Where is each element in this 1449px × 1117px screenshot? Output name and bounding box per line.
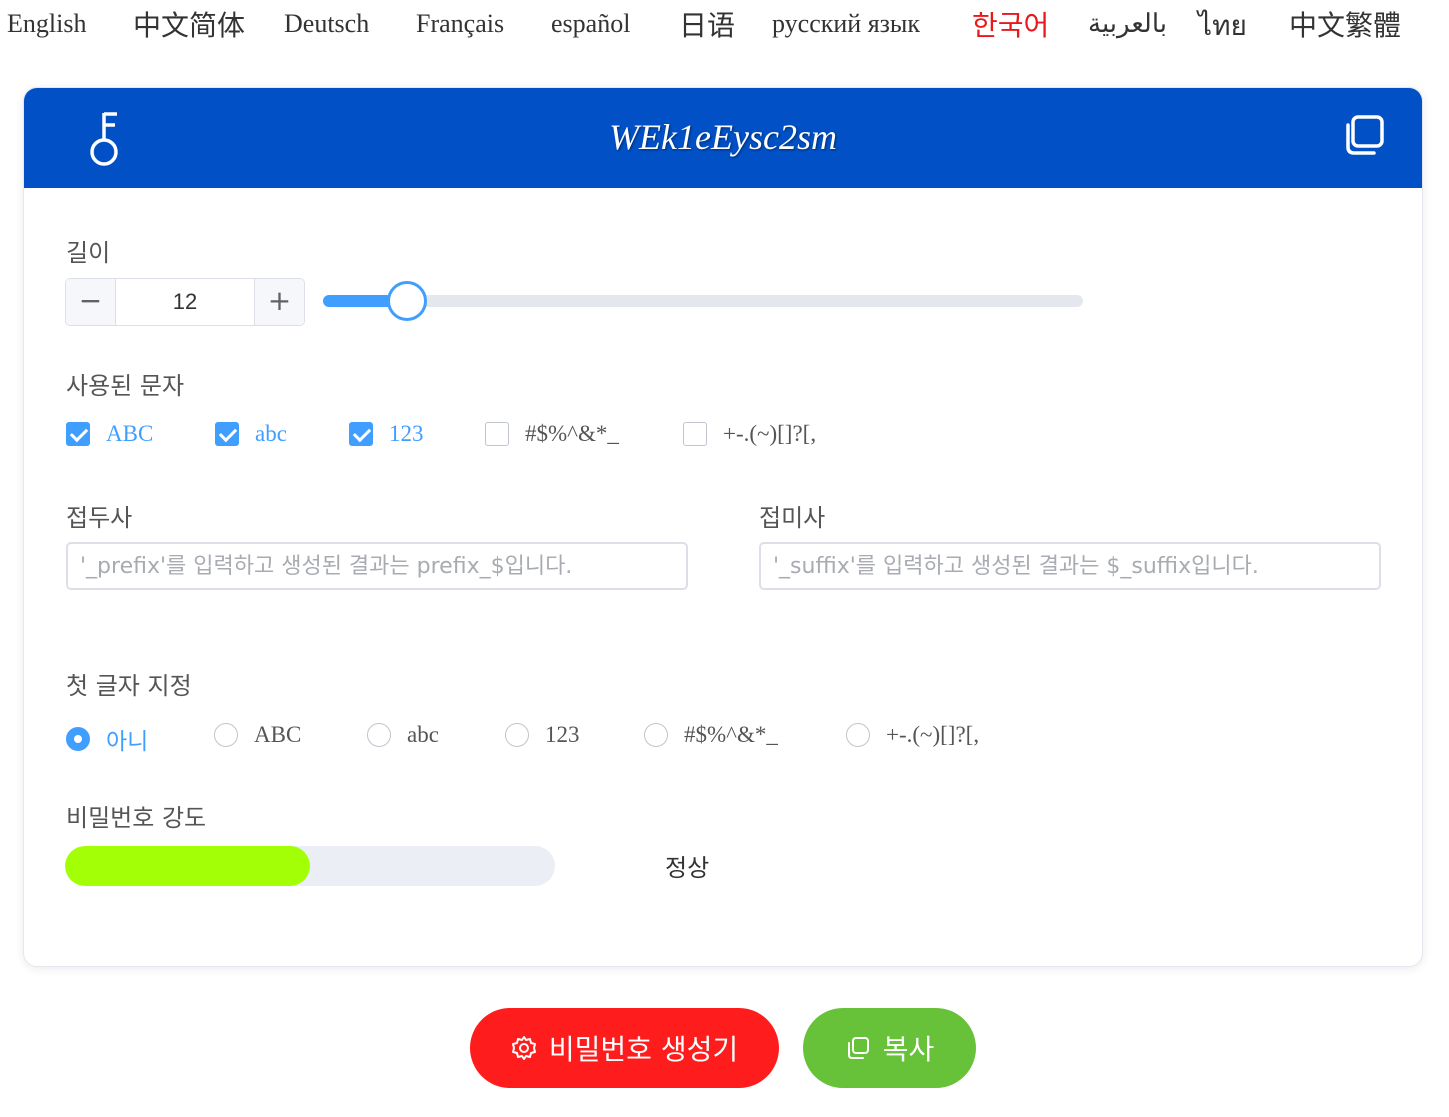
prefix-label: 접두사 bbox=[66, 504, 133, 532]
first-char-option-lowercase[interactable]: abc bbox=[367, 722, 439, 748]
first-char-lowercase-label: abc bbox=[407, 722, 439, 747]
charset-option-lowercase[interactable]: abc bbox=[215, 421, 287, 447]
length-label: 길이 bbox=[66, 239, 111, 267]
first-char-option-brackets[interactable]: +-.(~)[]?[, bbox=[846, 722, 979, 748]
first-char-option-symbols[interactable]: #$%^&*_ bbox=[644, 722, 778, 748]
first-char-option-digits[interactable]: 123 bbox=[505, 722, 580, 748]
password-generator-card: WEk1eEysc2sm 길이 − + 사용된 문자 ABC abc 123 #… bbox=[23, 87, 1423, 967]
uppercase-checkbox-label: ABC bbox=[106, 421, 154, 446]
strength-text: 정상 bbox=[665, 854, 710, 882]
strength-label: 비밀번호 강도 bbox=[66, 804, 207, 832]
symbols-checkbox[interactable] bbox=[485, 422, 509, 446]
language-russian[interactable]: русский язык bbox=[772, 8, 920, 40]
symbols-checkbox-label: #$%^&*_ bbox=[525, 421, 619, 446]
first-char-uppercase-radio[interactable] bbox=[214, 723, 238, 747]
first-char-none-radio[interactable] bbox=[66, 727, 90, 751]
strength-meter bbox=[65, 846, 555, 886]
digits-checkbox[interactable] bbox=[349, 422, 373, 446]
language-thai[interactable]: ไทย bbox=[1198, 10, 1247, 42]
first-char-symbols-label: #$%^&*_ bbox=[684, 722, 778, 747]
first-char-option-none[interactable]: 아니 bbox=[66, 722, 148, 756]
length-slider-handle[interactable] bbox=[386, 281, 427, 321]
copy-icon bbox=[847, 1037, 869, 1059]
length-stepper: − + bbox=[65, 278, 305, 326]
suffix-input[interactable] bbox=[759, 542, 1381, 590]
suffix-label: 접미사 bbox=[759, 504, 826, 532]
language-arabic[interactable]: بالعربية bbox=[1088, 8, 1167, 40]
first-char-none-label: 아니 bbox=[106, 729, 149, 755]
decrease-length-button[interactable]: − bbox=[66, 279, 116, 325]
generate-password-button[interactable]: 비밀번호 생성기 bbox=[470, 1008, 779, 1088]
first-char-brackets-label: +-.(~)[]?[, bbox=[886, 722, 980, 747]
charset-option-symbols[interactable]: #$%^&*_ bbox=[485, 421, 619, 447]
gear-icon bbox=[511, 1036, 536, 1060]
charset-option-uppercase[interactable]: ABC bbox=[66, 421, 153, 447]
increase-length-button[interactable]: + bbox=[254, 279, 304, 325]
strength-meter-fill bbox=[65, 846, 310, 886]
language-german[interactable]: Deutsch bbox=[284, 8, 369, 40]
language-japanese[interactable]: 日语 bbox=[679, 10, 735, 42]
language-english[interactable]: English bbox=[7, 8, 86, 40]
lowercase-checkbox[interactable] bbox=[215, 422, 239, 446]
charset-option-digits[interactable]: 123 bbox=[349, 421, 424, 447]
length-input[interactable] bbox=[116, 279, 254, 325]
charset-label: 사용된 문자 bbox=[66, 372, 185, 400]
lowercase-checkbox-label: abc bbox=[255, 421, 287, 446]
language-spanish[interactable]: español bbox=[551, 8, 630, 40]
length-slider[interactable] bbox=[323, 281, 1083, 321]
first-char-lowercase-radio[interactable] bbox=[367, 723, 391, 747]
uppercase-checkbox[interactable] bbox=[66, 422, 90, 446]
generate-password-label: 비밀번호 생성기 bbox=[548, 1033, 739, 1066]
copy-button[interactable]: 복사 bbox=[803, 1008, 976, 1088]
language-chinese-simplified[interactable]: 中文简体 bbox=[133, 10, 245, 42]
language-bar: English 中文简体 Deutsch Français español 日语… bbox=[0, 0, 1449, 60]
first-char-digits-radio[interactable] bbox=[505, 723, 529, 747]
digits-checkbox-label: 123 bbox=[389, 421, 424, 446]
first-char-brackets-radio[interactable] bbox=[846, 723, 870, 747]
first-char-label: 첫 글자 지정 bbox=[66, 672, 192, 700]
copy-label: 복사 bbox=[882, 1033, 935, 1066]
prefix-input[interactable] bbox=[66, 542, 688, 590]
charset-option-brackets[interactable]: +-.(~)[]?[, bbox=[683, 421, 816, 447]
first-char-uppercase-label: ABC bbox=[254, 722, 302, 747]
first-char-digits-label: 123 bbox=[545, 722, 580, 747]
first-char-option-uppercase[interactable]: ABC bbox=[214, 722, 301, 748]
copy-icon[interactable] bbox=[1342, 113, 1386, 157]
brackets-checkbox[interactable] bbox=[683, 422, 707, 446]
language-korean[interactable]: 한국어 bbox=[972, 10, 1049, 42]
generated-password: WEk1eEysc2sm bbox=[609, 117, 837, 157]
first-char-symbols-radio[interactable] bbox=[644, 723, 668, 747]
password-display-header: WEk1eEysc2sm bbox=[24, 88, 1422, 188]
language-french[interactable]: Français bbox=[416, 8, 504, 40]
brackets-checkbox-label: +-.(~)[]?[, bbox=[723, 421, 817, 446]
language-chinese-traditional[interactable]: 中文繁體 bbox=[1289, 10, 1401, 42]
